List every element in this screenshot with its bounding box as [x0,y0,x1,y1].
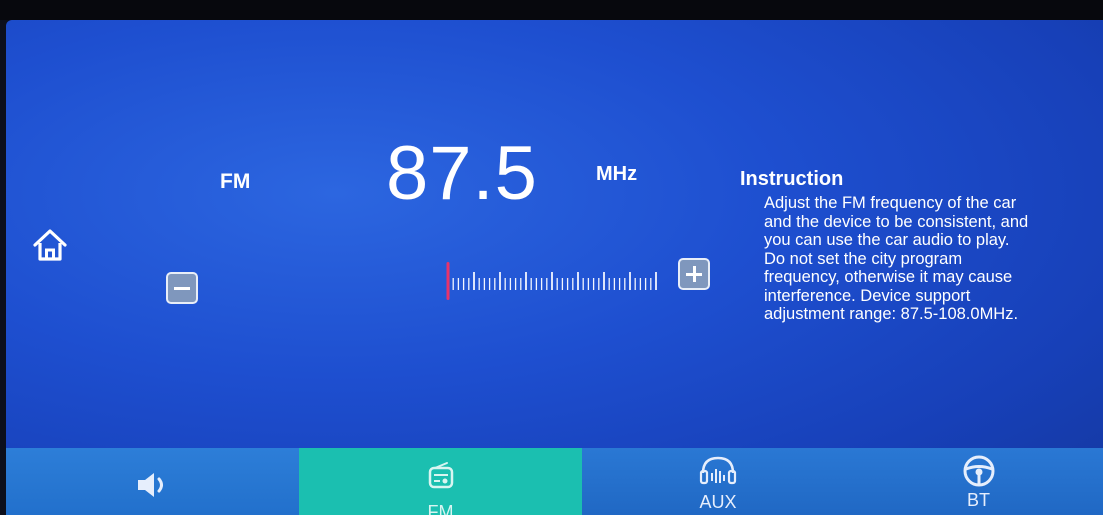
home-icon [33,229,67,261]
instruction-line: adjustment range: 87.5-108.0MHz. [764,305,1019,323]
instruction-line: and the device to be consistent, and [764,212,1029,231]
instruction-line: Adjust the FM frequency of the car [764,194,1017,212]
instruction-line: you can use the car audio to play. [764,231,1010,249]
home-button[interactable] [30,225,70,265]
instruction-line: interference. Device support [764,286,971,305]
screen-bezel-top [0,0,1103,20]
instruction-title: Instruction [740,168,844,190]
tab-bt-label: BT [966,490,990,510]
tab-fm[interactable]: FM [299,448,582,515]
frequency-unit: MHz [596,163,638,185]
frequency-down-button[interactable] [166,272,198,304]
bottom-nav: FM AUX BT [6,448,1103,515]
steering-wheel-icon [963,455,994,487]
instruction-line: frequency, otherwise it may cause [764,268,1013,286]
frequency-up-button[interactable] [678,258,710,290]
tab-volume[interactable] [6,448,299,515]
tuner-scale[interactable] [442,258,662,304]
aux-speaker-icon [699,456,737,485]
radio-screen: FM 87.5 MHz Instruction Adjust the FM fr… [6,20,1103,515]
instruction-line: Do not set the city program [764,249,963,268]
tab-bt[interactable]: BT [854,448,1103,515]
tab-aux[interactable]: AUX [582,448,854,515]
radio-icon [428,462,453,489]
speaker-icon [137,473,163,497]
tab-aux-label: AUX [699,492,737,512]
tuner-indicator[interactable] [446,262,450,300]
band-label: FM [220,170,251,193]
frequency-display: 87.5 [386,131,538,216]
tab-fm-label: FM [427,502,454,515]
instruction-text: Adjust the FM frequency of the car and t… [764,194,1100,324]
